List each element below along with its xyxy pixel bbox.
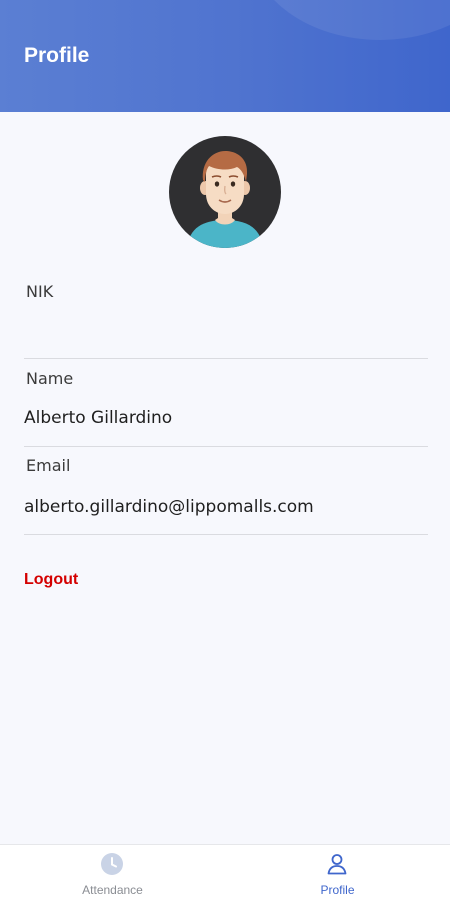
divider: [24, 358, 428, 359]
nav-label-profile: Profile: [320, 883, 355, 897]
nik-label: NIK: [26, 282, 54, 301]
name-value: Alberto Gillardino: [24, 408, 173, 428]
user-icon: [327, 854, 347, 875]
nav-label-attendance: Attendance: [82, 883, 143, 897]
page-title: Profile: [24, 44, 90, 67]
logout-button[interactable]: Logout: [24, 571, 78, 589]
nav-item-attendance[interactable]: Attendance: [0, 845, 225, 901]
clock-icon: [101, 853, 123, 875]
divider: [24, 446, 428, 447]
divider: [24, 534, 428, 535]
bottom-navigation: Attendance Profile: [0, 844, 450, 901]
name-label: Name: [26, 369, 74, 388]
app-bar-decoration: [250, 0, 450, 40]
app-bar: Profile: [0, 0, 450, 112]
avatar: [169, 136, 281, 248]
email-value: alberto.gillardino@lippomalls.com: [24, 497, 314, 517]
nav-item-profile[interactable]: Profile: [225, 845, 450, 901]
email-label: Email: [26, 456, 71, 475]
